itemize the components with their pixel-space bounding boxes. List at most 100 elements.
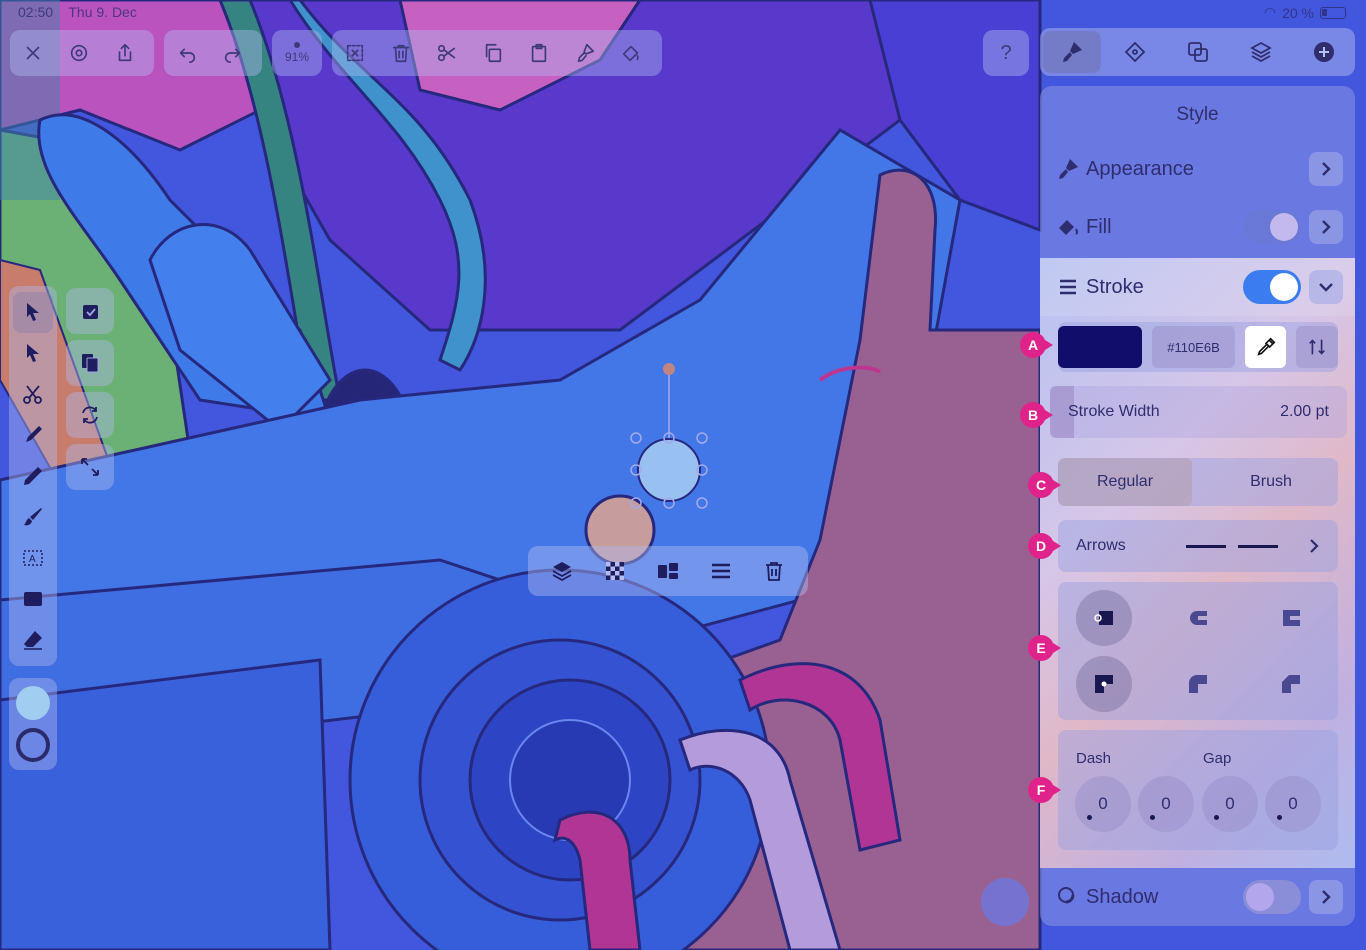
zoom-label: 91% [284, 50, 310, 64]
zoom-control[interactable]: 91% [272, 30, 322, 76]
shadow-toggle[interactable] [1243, 880, 1301, 914]
marker-b: B [1020, 402, 1053, 428]
fill-chevron-icon[interactable] [1309, 210, 1343, 244]
zoom-button[interactable]: 91% [274, 31, 320, 75]
eraser-tool[interactable] [10, 619, 56, 660]
stroke-lines-icon [1060, 279, 1076, 295]
swap-colors-button[interactable] [1296, 326, 1338, 368]
cap-round-button[interactable] [1170, 590, 1226, 646]
dash-dial-1[interactable]: 0 [1075, 776, 1131, 832]
redo-icon[interactable] [210, 31, 256, 75]
pen-tool[interactable] [10, 415, 56, 456]
gap-dial-1[interactable]: 0 [1138, 776, 1194, 832]
join-round-button[interactable] [1170, 656, 1226, 712]
join-miter-icon [1095, 675, 1113, 693]
stroke-color-swatch[interactable] [1058, 326, 1142, 368]
layer-order-icon[interactable] [550, 559, 574, 583]
scissors-tool[interactable] [10, 374, 56, 415]
shape-tab[interactable] [1106, 31, 1164, 73]
eraser-icon [24, 630, 42, 650]
style-panel: Style Appearance Fill Stroke #110E6B Str… [1040, 86, 1355, 926]
scissors-icon [23, 385, 42, 405]
shape-tool[interactable] [10, 578, 56, 619]
direct-select-icon [27, 344, 39, 363]
arrange-tab[interactable] [1169, 31, 1227, 73]
stroke-width-label: Stroke Width [1068, 403, 1160, 420]
dial-indicator [1150, 815, 1155, 820]
trash-icon[interactable] [762, 559, 786, 583]
copy-icon[interactable] [470, 31, 516, 75]
fill-color-swatch[interactable] [16, 686, 50, 720]
paste-icon[interactable] [516, 31, 562, 75]
help-button[interactable]: ? [983, 30, 1029, 76]
shape-icon [1124, 41, 1145, 63]
eyedropper-button[interactable] [1244, 326, 1287, 368]
stroke-toggle[interactable] [1243, 270, 1301, 304]
pen-icon [26, 426, 42, 443]
stroke-color-swatch[interactable] [16, 728, 50, 762]
brush-tool[interactable] [10, 496, 56, 537]
arrange-icon[interactable] [656, 559, 680, 583]
style-tab[interactable] [1042, 31, 1101, 73]
marker-a: A [1020, 332, 1053, 358]
marker-c: C [1028, 472, 1061, 498]
close-icon[interactable] [10, 31, 56, 75]
undo-icon[interactable] [164, 31, 210, 75]
add-icon [1313, 42, 1334, 62]
add-tab[interactable] [1295, 31, 1353, 73]
settings-icon[interactable] [56, 31, 102, 75]
stroke-lines-icon[interactable] [709, 559, 733, 583]
status-time: 02:50 [18, 4, 54, 20]
inspector-tabs [1040, 28, 1355, 76]
fill-bucket-icon[interactable] [608, 31, 654, 75]
share-icon[interactable] [102, 31, 148, 75]
join-bevel-button[interactable] [1263, 656, 1319, 712]
arrows-label: Arrows [1076, 537, 1126, 554]
arrows-row[interactable]: Arrows [1058, 520, 1338, 572]
trash-icon[interactable] [378, 31, 424, 75]
layers-tab[interactable] [1232, 31, 1290, 73]
stroke-collapse-chevron-icon[interactable] [1309, 270, 1343, 304]
dash-label: Dash [1076, 750, 1112, 767]
scissors-icon[interactable] [424, 31, 470, 75]
duplicate-icon [82, 354, 99, 373]
arrange-icon [1187, 42, 1208, 62]
rotate-button[interactable] [66, 392, 114, 438]
scale-button[interactable] [66, 444, 114, 490]
secondary-tools [66, 282, 114, 496]
segment-brush[interactable]: Brush [1204, 458, 1338, 506]
stroke-hex-value[interactable]: #110E6B [1151, 326, 1235, 368]
direct-select-tool[interactable] [10, 333, 56, 374]
cap-butt-button[interactable] [1076, 590, 1132, 646]
text-tool[interactable]: A [10, 537, 56, 578]
gap-dial-1-value: 0 [1161, 794, 1171, 813]
deselect-icon[interactable] [332, 31, 378, 75]
fill-label: Fill [1086, 215, 1112, 238]
style-brush-icon[interactable] [562, 31, 608, 75]
gap-dial-2[interactable]: 0 [1265, 776, 1321, 832]
shadow-chevron-icon[interactable] [1309, 880, 1343, 914]
appearance-icon [1059, 159, 1078, 179]
dash-dial-1-value: 0 [1098, 794, 1108, 813]
appearance-label: Appearance [1086, 157, 1194, 180]
dash-dial-2-value: 0 [1225, 794, 1235, 813]
appearance-chevron-icon[interactable] [1309, 152, 1343, 186]
stroke-width-slider[interactable]: Stroke Width 2.00 pt [1050, 386, 1347, 438]
appearance-row[interactable]: Appearance [1040, 140, 1355, 198]
select-all-button[interactable] [66, 288, 114, 334]
pencil-tool[interactable] [10, 456, 56, 497]
dial-indicator [1214, 815, 1219, 820]
opacity-icon[interactable] [603, 559, 627, 583]
fill-toggle[interactable] [1243, 210, 1301, 244]
join-round-icon [1189, 675, 1207, 693]
join-miter-button[interactable] [1076, 656, 1132, 712]
cap-square-button[interactable] [1263, 590, 1319, 646]
stroke-color-row: #110E6B [1058, 322, 1338, 372]
shadow-icon [1058, 887, 1075, 904]
marker-e: E [1028, 635, 1061, 661]
select-tool[interactable] [13, 292, 53, 333]
duplicate-button[interactable] [66, 340, 114, 386]
dash-dial-2[interactable]: 0 [1202, 776, 1258, 832]
arrows-chevron-icon [1310, 539, 1319, 553]
segment-regular[interactable]: Regular [1058, 458, 1192, 506]
